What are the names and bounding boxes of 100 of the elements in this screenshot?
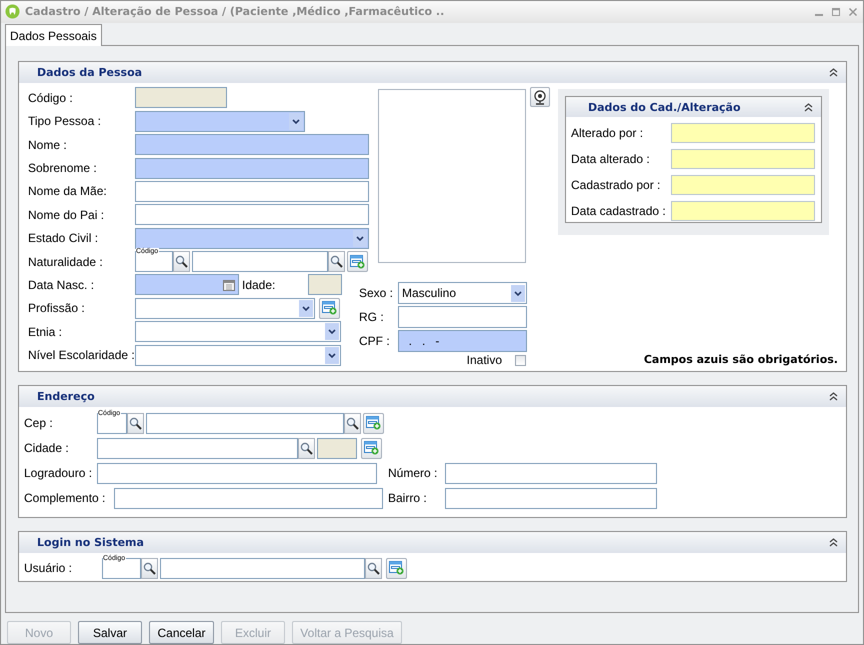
calendar-icon[interactable] <box>223 278 235 291</box>
input-field[interactable] <box>671 201 815 222</box>
caret-icon <box>299 300 313 317</box>
dropdown[interactable]: Masculino <box>398 282 527 304</box>
tab[interactable]: Dados Pessoais <box>5 24 102 46</box>
field-label: Estado Civil : <box>28 231 100 246</box>
field-label: Idade: <box>242 278 276 292</box>
form-add-icon <box>366 416 381 430</box>
search-button[interactable] <box>344 412 361 434</box>
caret-icon <box>353 230 367 247</box>
date-field[interactable] <box>135 274 239 296</box>
app-logo-icon <box>5 4 20 20</box>
dropdown[interactable] <box>135 110 305 132</box>
collapse-icon[interactable] <box>829 392 838 402</box>
field-label: Etnia : <box>28 324 64 339</box>
input-field[interactable] <box>671 149 815 170</box>
input-field[interactable] <box>135 87 227 108</box>
search-button[interactable] <box>298 438 315 459</box>
input-field[interactable] <box>308 274 342 296</box>
dropdown[interactable] <box>135 298 315 319</box>
webcam-button[interactable] <box>530 87 550 108</box>
field-label: Usuário : <box>24 561 74 576</box>
caret-icon <box>289 112 303 130</box>
form-add-icon <box>322 301 337 316</box>
input-field[interactable] <box>146 412 344 434</box>
input-field[interactable]: . . - <box>398 330 527 352</box>
field-label: Cidade : <box>24 441 70 456</box>
field-label: Data Nasc. : <box>28 278 96 292</box>
input-field[interactable] <box>135 158 369 178</box>
dropdown[interactable] <box>135 321 341 342</box>
add-record-button[interactable] <box>386 558 407 579</box>
add-record-button[interactable] <box>361 438 382 459</box>
minimize-icon <box>815 14 823 16</box>
search-icon <box>300 442 313 455</box>
field-label: Nome : <box>28 138 68 152</box>
input-field[interactable] <box>135 134 369 156</box>
input-field[interactable] <box>192 251 328 272</box>
search-button[interactable] <box>365 558 382 579</box>
add-record-button[interactable] <box>347 251 368 272</box>
field-label: Tipo Pessoa : <box>28 114 102 128</box>
input-field[interactable] <box>445 488 657 509</box>
caret-icon <box>325 323 339 340</box>
required-fields-note: Campos azuis são obrigatórios. <box>644 353 838 366</box>
field-label: Profissão : <box>28 301 86 316</box>
input-field[interactable] <box>160 558 365 579</box>
field-label: Data alterado : <box>571 152 651 166</box>
input-field[interactable] <box>135 204 369 226</box>
search-icon <box>129 416 142 430</box>
window-title: Cadastro / Alteração de Pessoa / (Paciente ,Médico ,Farmacêutico .. <box>25 5 446 18</box>
field-label: Nível Escolaridade : <box>28 348 135 362</box>
field-label: Código : <box>28 90 74 105</box>
field-label: Logradouro : <box>24 466 94 480</box>
close-icon <box>847 6 859 18</box>
search-button[interactable] <box>141 558 158 579</box>
search-button[interactable] <box>127 412 144 434</box>
input-field[interactable] <box>398 306 527 328</box>
search-button[interactable] <box>173 251 190 272</box>
search-icon <box>346 416 359 430</box>
collapse-icon[interactable] <box>804 102 813 112</box>
collapse-icon[interactable] <box>829 68 838 78</box>
search-icon <box>143 562 156 575</box>
form-add-icon <box>389 561 404 576</box>
field-label: Sexo : <box>359 286 394 300</box>
webcam-icon <box>534 90 546 105</box>
panel-title: Dados da Pessoa <box>37 66 142 80</box>
checkbox-label: Inativo <box>466 353 502 368</box>
field-label: Naturalidade : <box>28 254 104 269</box>
panel-title: Dados do Cad./Alteração <box>588 100 741 114</box>
search-button[interactable] <box>328 251 345 272</box>
field-label: CPF : <box>359 334 391 348</box>
caret-icon <box>325 346 339 364</box>
panel-title: Login no Sistema <box>37 536 144 550</box>
input-field[interactable] <box>671 175 815 196</box>
maximize-button[interactable] <box>830 6 842 18</box>
add-record-button[interactable] <box>363 412 384 434</box>
input-field[interactable] <box>671 123 815 144</box>
add-record-button[interactable] <box>319 298 340 319</box>
input-field[interactable] <box>445 462 657 484</box>
action-button[interactable]: Cancelar <box>149 621 214 644</box>
checkbox[interactable] <box>515 354 526 366</box>
input-field[interactable] <box>97 462 377 484</box>
caret-icon <box>511 284 525 302</box>
form-add-icon <box>350 254 365 269</box>
action-button[interactable]: Salvar <box>78 621 142 644</box>
field-label: Complemento : <box>24 491 106 506</box>
dropdown[interactable] <box>135 344 341 366</box>
input-field[interactable] <box>317 438 357 459</box>
collapse-icon[interactable] <box>829 538 838 548</box>
search-icon <box>330 255 343 268</box>
input-field[interactable] <box>97 438 298 459</box>
close-button[interactable] <box>847 6 859 18</box>
form-add-icon <box>364 441 379 456</box>
field-label: RG : <box>359 310 385 324</box>
field-label: Número : <box>388 466 438 480</box>
field-label: Data cadastrado : <box>571 204 667 218</box>
panel-title: Endereço <box>37 390 95 404</box>
search-icon <box>367 562 380 575</box>
input-field[interactable] <box>135 180 369 202</box>
field-label: Alterado por : <box>571 126 644 140</box>
input-field[interactable] <box>114 488 383 509</box>
